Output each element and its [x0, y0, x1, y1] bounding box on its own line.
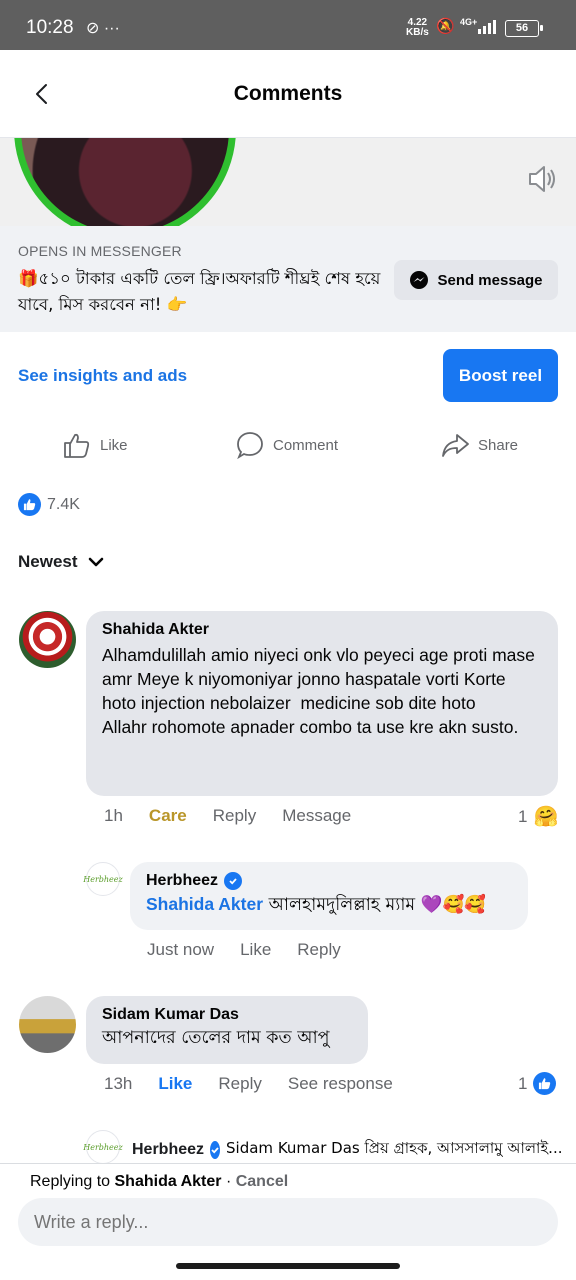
like-label: Like [100, 436, 128, 454]
thumbs-up-icon [64, 433, 90, 458]
network-type: 4G+ [460, 17, 478, 27]
reaction-count: 1 [518, 806, 528, 826]
see-response-button[interactable]: See response [288, 1074, 393, 1094]
send-message-label: Send message [437, 271, 543, 289]
reaction-count: 1 [518, 1073, 528, 1093]
care-emoji-icon: 🤗 [533, 806, 559, 828]
replying-to: Replying to Shahida Akter · Cancel [30, 1173, 288, 1191]
reply-text: Shahida Akter আলহামদুলিল্লাহ ম্যাম 💜🥰🥰 [146, 892, 512, 917]
comment-reaction-count[interactable]: 1 [518, 1072, 557, 1095]
reply-body: আলহামদুলিল্লাহ ম্যাম 💜🥰🥰 [263, 895, 487, 915]
status-time: 10:28 [26, 17, 74, 38]
reply-bubble[interactable]: Herbheez Shahida Akter আলহামদুলিল্লাহ ম্… [130, 862, 528, 930]
mute-bell-icon: 🔕 [436, 18, 455, 35]
reply-author-name: Herbheez [146, 872, 219, 889]
network-speed: 4.22 KB/s [406, 18, 429, 38]
verified-badge-icon [224, 872, 243, 890]
sort-label: Newest [18, 552, 78, 571]
replying-separator: · [221, 1173, 236, 1190]
signal-icon [478, 20, 496, 34]
like-button[interactable]: Like [62, 430, 128, 460]
brand-logo[interactable]: Herbheez [83, 1130, 123, 1164]
comment-bubble[interactable]: Sidam Kumar Das আপনাদের তেলের দাম কত আপু [86, 996, 368, 1064]
gesture-bar [0, 1255, 576, 1280]
comment-text: আপনাদের তেলের দাম কত আপু [102, 1028, 330, 1048]
comment-reaction-count[interactable]: 1 🤗 [518, 804, 558, 829]
comment-time: 13h [104, 1074, 133, 1093]
comment-author[interactable]: Shahida Akter [102, 621, 542, 639]
comment-bubble[interactable]: Shahida Akter Alhamdulillah amio niyeci … [86, 611, 558, 796]
reply-button[interactable]: Reply [213, 806, 256, 826]
chevron-down-icon [88, 557, 103, 567]
reactions-summary[interactable]: 7.4K [18, 493, 80, 516]
reply-time: Just now [147, 940, 215, 959]
send-message-button[interactable]: Send message [394, 260, 558, 300]
reactions-count: 7.4K [47, 495, 80, 513]
post-actions: Like Comment Share [0, 424, 576, 468]
cta-text: 🎁৫১০ টাকার একটি তেল ফ্রি।অফারটি শীঘ্রই শ… [18, 269, 381, 314]
reply-meta: Just now Like Reply [147, 940, 367, 960]
comment-meta: 13h Like Reply See response [104, 1074, 419, 1094]
verified-badge-icon [210, 1140, 221, 1159]
reply-composer: Replying to Shahida Akter · Cancel [0, 1163, 576, 1255]
reply-button[interactable]: Reply [218, 1074, 261, 1094]
care-reaction-button[interactable]: Care [149, 806, 187, 826]
avatar[interactable] [19, 996, 76, 1053]
reply-input[interactable] [18, 1198, 558, 1246]
reply-author-name: Herbheez [132, 1140, 205, 1158]
reply-button[interactable]: Reply [297, 940, 340, 960]
status-notification-icons: ⊘ ··· [86, 20, 120, 37]
comment-author[interactable]: Sidam Kumar Das [102, 1006, 352, 1024]
replying-name: Shahida Akter [114, 1173, 222, 1190]
avatar[interactable] [19, 611, 76, 668]
comment-button[interactable]: Comment [235, 430, 338, 460]
post-image [14, 138, 236, 226]
post-media[interactable] [0, 138, 576, 226]
share-label: Share [478, 436, 519, 454]
comment-label: Comment [273, 436, 339, 454]
page-title: Comments [233, 82, 343, 105]
replying-prefix: Replying to [30, 1173, 115, 1190]
mention-link[interactable]: Shahida Akter [146, 894, 263, 914]
messenger-icon [410, 271, 429, 289]
comment-time: 1h [104, 806, 123, 825]
speaker-icon[interactable] [526, 162, 560, 196]
messenger-cta: OPENS IN MESSENGER 🎁৫১০ টাকার একটি তেল ফ… [0, 226, 576, 332]
cta-label: OPENS IN MESSENGER [18, 243, 182, 259]
brand-logo[interactable]: Herbheez [83, 862, 123, 896]
reply-preview-text: Sidam Kumar Das প্রিয় গ্রাহক, আসসালামু … [226, 1139, 562, 1157]
cancel-reply-button[interactable]: Cancel [236, 1173, 288, 1190]
like-reaction-icon [533, 1072, 557, 1095]
home-indicator[interactable] [176, 1263, 400, 1269]
network-speed-unit: KB/s [406, 27, 429, 38]
comments-header: Comments [0, 50, 576, 138]
comment-icon [237, 432, 263, 460]
like-button[interactable]: Like [158, 1074, 192, 1094]
like-reaction-icon [18, 493, 41, 516]
see-insights-link[interactable]: See insights and ads [18, 366, 187, 386]
share-icon [442, 434, 469, 457]
message-button[interactable]: Message [282, 806, 351, 826]
reply-author[interactable]: Herbheez [146, 872, 512, 890]
battery-icon: 56 [505, 20, 543, 37]
comment-meta: 1h Care Reply Message [104, 806, 377, 826]
status-bar: 10:28 ⊘ ··· 4.22 KB/s 🔕 4G+ 56 [0, 0, 576, 50]
reply-preview[interactable]: Herbheez Sidam Kumar Das প্রিয় গ্রাহক, … [132, 1137, 562, 1162]
like-button[interactable]: Like [240, 940, 271, 960]
comment-text: Alhamdulillah amio niyeci onk vlo peyeci… [102, 645, 535, 737]
boost-reel-button[interactable]: Boost reel [443, 349, 558, 402]
share-button[interactable]: Share [440, 430, 518, 460]
sort-dropdown[interactable]: Newest [18, 552, 104, 572]
